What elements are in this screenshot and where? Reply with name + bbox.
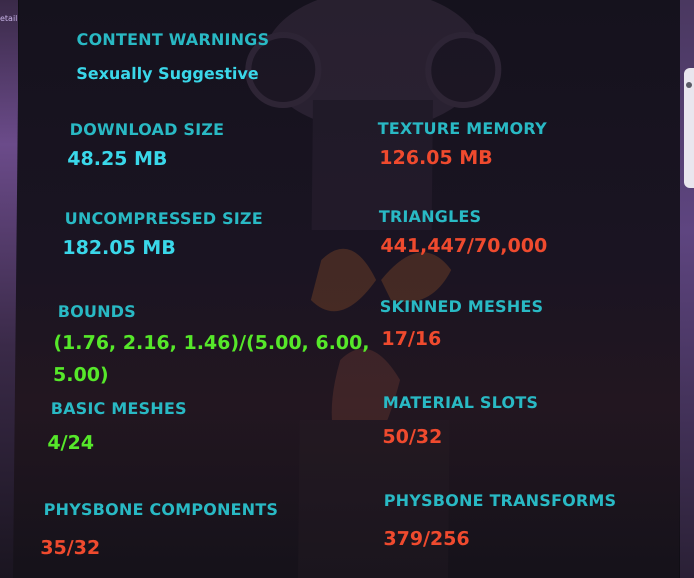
physbone-transforms-value: 379/256 xyxy=(383,528,470,550)
skinned-meshes-value: 17/16 xyxy=(381,328,442,350)
physbone-components-label: PHYSBONE COMPONENTS xyxy=(43,500,279,519)
bounds-value-line2: 5.00) xyxy=(52,364,109,386)
content-warnings-label: CONTENT WARNINGS xyxy=(76,30,270,49)
triangles-label: TRIANGLES xyxy=(378,207,482,226)
triangles-value: 441,447/70,000 xyxy=(380,235,548,257)
physbone-components-value: 35/32 xyxy=(40,537,101,559)
scrollbar-grip-icon xyxy=(686,82,692,88)
download-size-value: 48.25 MB xyxy=(67,148,168,170)
skinned-meshes-label: SKINNED MESHES xyxy=(379,297,544,316)
basic-meshes-value: 4/24 xyxy=(47,432,95,454)
bounds-value-line1: (1.76, 2.16, 1.46)/(5.00, 6.00, xyxy=(53,332,370,354)
download-size-label: DOWNLOAD SIZE xyxy=(69,120,225,139)
physbone-transforms-label: PHYSBONE TRANSFORMS xyxy=(383,491,617,510)
bounds-label: BOUNDS xyxy=(57,302,137,321)
material-slots-value: 50/32 xyxy=(382,426,443,448)
material-slots-label: MATERIAL SLOTS xyxy=(382,393,539,412)
uncompressed-size-value: 182.05 MB xyxy=(62,237,176,259)
basic-meshes-label: BASIC MESHES xyxy=(50,399,187,418)
texture-memory-label: TEXTURE MEMORY xyxy=(377,119,547,138)
avatar-stats-panel: CONTENT WARNINGS Sexually Suggestive DOW… xyxy=(12,0,686,578)
content-warnings-value: Sexually Suggestive xyxy=(76,64,259,83)
uncompressed-size-label: UNCOMPRESSED SIZE xyxy=(64,209,263,228)
texture-memory-value: 126.05 MB xyxy=(379,147,493,169)
sidebar-fragment-text: etail xyxy=(0,14,18,23)
